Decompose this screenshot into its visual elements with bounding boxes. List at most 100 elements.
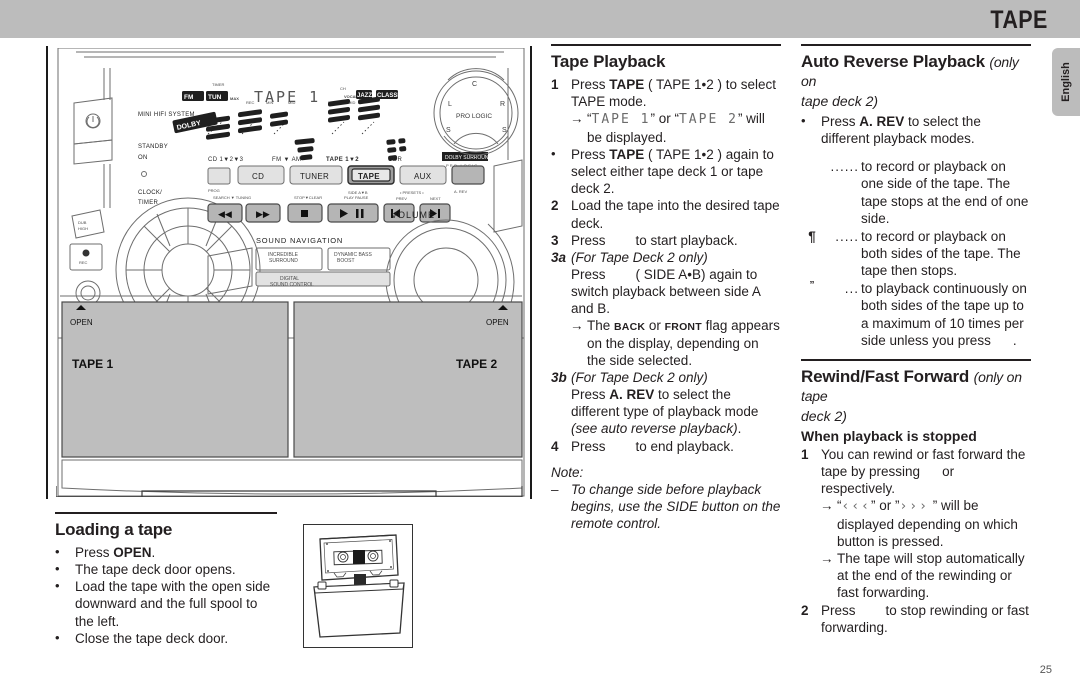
subheading-playback-stopped: When playback is stopped bbox=[801, 427, 977, 444]
svg-text:CLASSIC: CLASSIC bbox=[377, 93, 404, 99]
mode-dots-1: ...... bbox=[830, 159, 859, 175]
section-rule bbox=[551, 44, 781, 46]
flag-front: FRONT bbox=[664, 321, 702, 334]
svg-text:▶▶: ▶▶ bbox=[256, 209, 270, 219]
rewind-step-1: 1 You can rewind or fast forward the tap… bbox=[801, 446, 1026, 497]
svg-text:AUX: AUX bbox=[414, 172, 432, 181]
svg-text:REC: REC bbox=[246, 100, 255, 105]
mode-text-1: to record or playback on one side of the… bbox=[861, 159, 1029, 226]
step-2: 2 Load the tape into the desired tape de… bbox=[551, 197, 781, 231]
page-number: 25 bbox=[1039, 664, 1052, 676]
loading-bullet-3-text: Load the tape with the open side downwar… bbox=[75, 579, 271, 629]
language-tab: English bbox=[1052, 48, 1080, 116]
source-label-cdr: CDR bbox=[388, 157, 402, 163]
bullet-icon: • bbox=[55, 561, 60, 577]
heading-qualifier-2: deck 2) bbox=[801, 407, 847, 424]
incredible-surround-button-graphic: INCREDIBLE SURROUND bbox=[255, 247, 323, 271]
heading-qualifier-2: tape deck 2) bbox=[801, 93, 879, 110]
a-rev-button-graphic: A. REV bbox=[451, 165, 485, 194]
mode-tail: . bbox=[1012, 332, 1017, 348]
loading-bullet-4: • Close the tape deck door. bbox=[55, 630, 277, 647]
mode-text-3: to playback continuously on both sides o… bbox=[861, 281, 1027, 348]
svg-text:◀◀: ◀◀ bbox=[218, 209, 232, 219]
step-marker: 3 bbox=[551, 232, 559, 248]
language-tab-label: English bbox=[1060, 62, 1072, 102]
svg-text:NEXT: NEXT bbox=[430, 196, 441, 201]
section-rule bbox=[801, 44, 1031, 46]
svg-text:S: S bbox=[502, 127, 507, 134]
svg-text:MIN: MIN bbox=[266, 100, 273, 105]
source-button-tape: TAPE bbox=[347, 165, 395, 185]
digital-sound-control-graphic: DIGITAL SOUND CONTROL bbox=[255, 271, 391, 288]
svg-text:MAX: MAX bbox=[230, 96, 239, 101]
step-marker: 4 bbox=[551, 438, 559, 454]
dash-icon: – bbox=[551, 481, 559, 497]
auto-reverse-mode-1: ...... to record or playback on one side… bbox=[801, 158, 1031, 227]
step-marker: 2 bbox=[551, 198, 559, 214]
brand-label: MINI HIFI SYSTEM bbox=[138, 112, 195, 118]
svg-text:CH: CH bbox=[340, 86, 346, 91]
open-label-left: OPEN bbox=[70, 318, 93, 327]
tape-deck-1-door bbox=[61, 301, 289, 458]
bullet-1-bold: TAPE bbox=[609, 146, 645, 162]
manual-page: TAPE English MINI HIFI SYSTEM STANDBY ON… bbox=[0, 0, 1080, 698]
stereo-system-illustration: MINI HIFI SYSTEM STANDBY ON CLOCK/ TIMER… bbox=[56, 48, 528, 497]
step-marker: 1 bbox=[801, 446, 809, 462]
step-1-bold: TAPE bbox=[609, 77, 645, 93]
heading-rewind-ff: Rewind/Fast Forward (only on tape bbox=[801, 366, 1022, 404]
svg-text:TUN: TUN bbox=[208, 94, 222, 101]
middle-column-rule bbox=[530, 46, 532, 499]
svg-text:TUNER: TUNER bbox=[300, 172, 329, 181]
rewind-result-2-text: The tape will stop automatically at the … bbox=[837, 551, 1025, 601]
svg-text:VOLUME: VOLUME bbox=[391, 210, 435, 220]
step-marker: 3b bbox=[551, 369, 567, 385]
step-1-result: → “TAPE 1” or “TAPE 2” will be displayed… bbox=[570, 111, 765, 145]
left-column-rule bbox=[46, 46, 48, 499]
tape-1-label: TAPE 1 bbox=[72, 357, 113, 371]
heading-loading-a-tape: Loading a tape bbox=[55, 520, 173, 539]
sound-navigation-label: SOUND NAVIGATION bbox=[256, 236, 343, 245]
transport-button-forward: ▶▶ bbox=[245, 203, 281, 223]
lcd-display-graphic: TAPE 1 CH TIMER FM TUN MAX REC MIN MID M… bbox=[172, 82, 407, 161]
bullet-icon: • bbox=[55, 578, 60, 594]
mode-text-2: to record or playback on both sides of t… bbox=[861, 228, 1021, 279]
step-1-bullet: • Press TAPE ( TAPE 1•2 ) again to selec… bbox=[551, 145, 774, 197]
svg-text:L: L bbox=[448, 101, 452, 108]
arrow-icon: → bbox=[820, 498, 834, 514]
svg-text:TAPE: TAPE bbox=[358, 172, 380, 181]
loading-bullet-4-text: Close the tape deck door. bbox=[75, 630, 229, 646]
note-title: Note: bbox=[551, 464, 584, 480]
bullet-icon: • bbox=[801, 113, 806, 129]
svg-text:DOLBY SURROUND: DOLBY SURROUND bbox=[445, 155, 493, 161]
transport-button-play-pause bbox=[327, 203, 379, 223]
deck-door-graphic bbox=[313, 579, 405, 638]
lcd-value-tape2: TAPE 2 bbox=[678, 112, 738, 128]
lcd-value-tape1: TAPE 1 bbox=[591, 112, 651, 128]
mode-symbol-1 bbox=[801, 158, 823, 227]
page-title: TAPE bbox=[990, 6, 1048, 34]
svg-text:MID: MID bbox=[288, 100, 295, 105]
step-3b: 3b (For Tape Deck 2 only) bbox=[551, 369, 781, 386]
heading-tape-playback: Tape Playback bbox=[551, 52, 666, 71]
step-3a-result: → The BACK or FRONT flag appears on the … bbox=[570, 318, 780, 368]
step-2-text: Load the tape into the desired tape deck… bbox=[571, 198, 780, 231]
mode-dots-2: ..... bbox=[835, 228, 859, 244]
step-marker: 3a bbox=[551, 249, 567, 265]
standby-led bbox=[141, 171, 147, 177]
loading-bullet-3: • Load the tape with the open side downw… bbox=[55, 578, 277, 629]
arrow-icon: → bbox=[820, 551, 834, 567]
svg-text:• PRESETS •: • PRESETS • bbox=[400, 190, 424, 195]
lcd-rewind-glyph: ‹‹‹ bbox=[841, 499, 871, 515]
svg-text:C: C bbox=[472, 81, 477, 88]
step-1: 1 Press TAPE ( TAPE 1•2 ) to select TAPE… bbox=[551, 76, 781, 110]
note-item: – To change side before playback begins,… bbox=[551, 481, 781, 532]
svg-text:DUB: DUB bbox=[78, 220, 87, 225]
source-label-cd: CD 1▼2▼3 bbox=[208, 157, 244, 163]
step-3: 3 Press to start playback. bbox=[551, 232, 738, 248]
auto-reverse-mode-2: ¶ ..... to record or playback on both si… bbox=[801, 228, 1031, 279]
step-3a-body: Press( SIDE A•B) again to switch playbac… bbox=[571, 266, 761, 317]
tape-2-label: TAPE 2 bbox=[456, 357, 497, 371]
cassette-loading-illustration bbox=[303, 524, 413, 648]
auto-reverse-bullet: • Press A. REV to select the different p… bbox=[801, 113, 981, 147]
svg-text:REC: REC bbox=[79, 260, 88, 265]
